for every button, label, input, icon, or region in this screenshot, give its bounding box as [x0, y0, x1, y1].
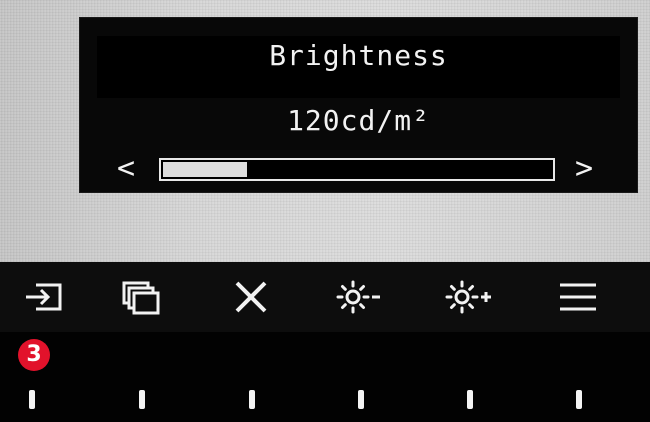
close-icon [235, 281, 267, 313]
button-indicator-4[interactable] [358, 390, 364, 409]
close-button[interactable] [216, 262, 286, 332]
button-indicator-5[interactable] [467, 390, 473, 409]
increase-arrow[interactable]: > [575, 149, 593, 189]
brightness-value: 120cd/m² [287, 104, 430, 137]
color-mode-icon [122, 281, 160, 315]
menu-icon [560, 283, 596, 311]
input-select-button[interactable] [10, 262, 80, 332]
brightness-osd-panel: Brightness 120cd/m² < > [80, 18, 637, 192]
input-select-icon [26, 283, 62, 311]
color-mode-button[interactable] [106, 262, 176, 332]
step-number-badge: 3 [18, 339, 50, 371]
monitor-button-guide [0, 262, 650, 332]
decrease-arrow[interactable]: < [117, 149, 135, 189]
button-indicator-2[interactable] [139, 390, 145, 409]
brightness-down-icon [336, 280, 380, 314]
brightness-slider-fill [163, 162, 248, 177]
button-indicator-6[interactable] [576, 390, 582, 409]
menu-button[interactable] [543, 262, 613, 332]
button-indicator-1[interactable] [29, 390, 35, 409]
brightness-up-button[interactable] [433, 262, 503, 332]
button-indicator-3[interactable] [249, 390, 255, 409]
brightness-up-icon [445, 280, 491, 314]
monitor-bezel [0, 332, 650, 422]
brightness-down-button[interactable] [323, 262, 393, 332]
brightness-slider[interactable] [159, 158, 555, 181]
osd-title: Brightness [269, 39, 448, 72]
